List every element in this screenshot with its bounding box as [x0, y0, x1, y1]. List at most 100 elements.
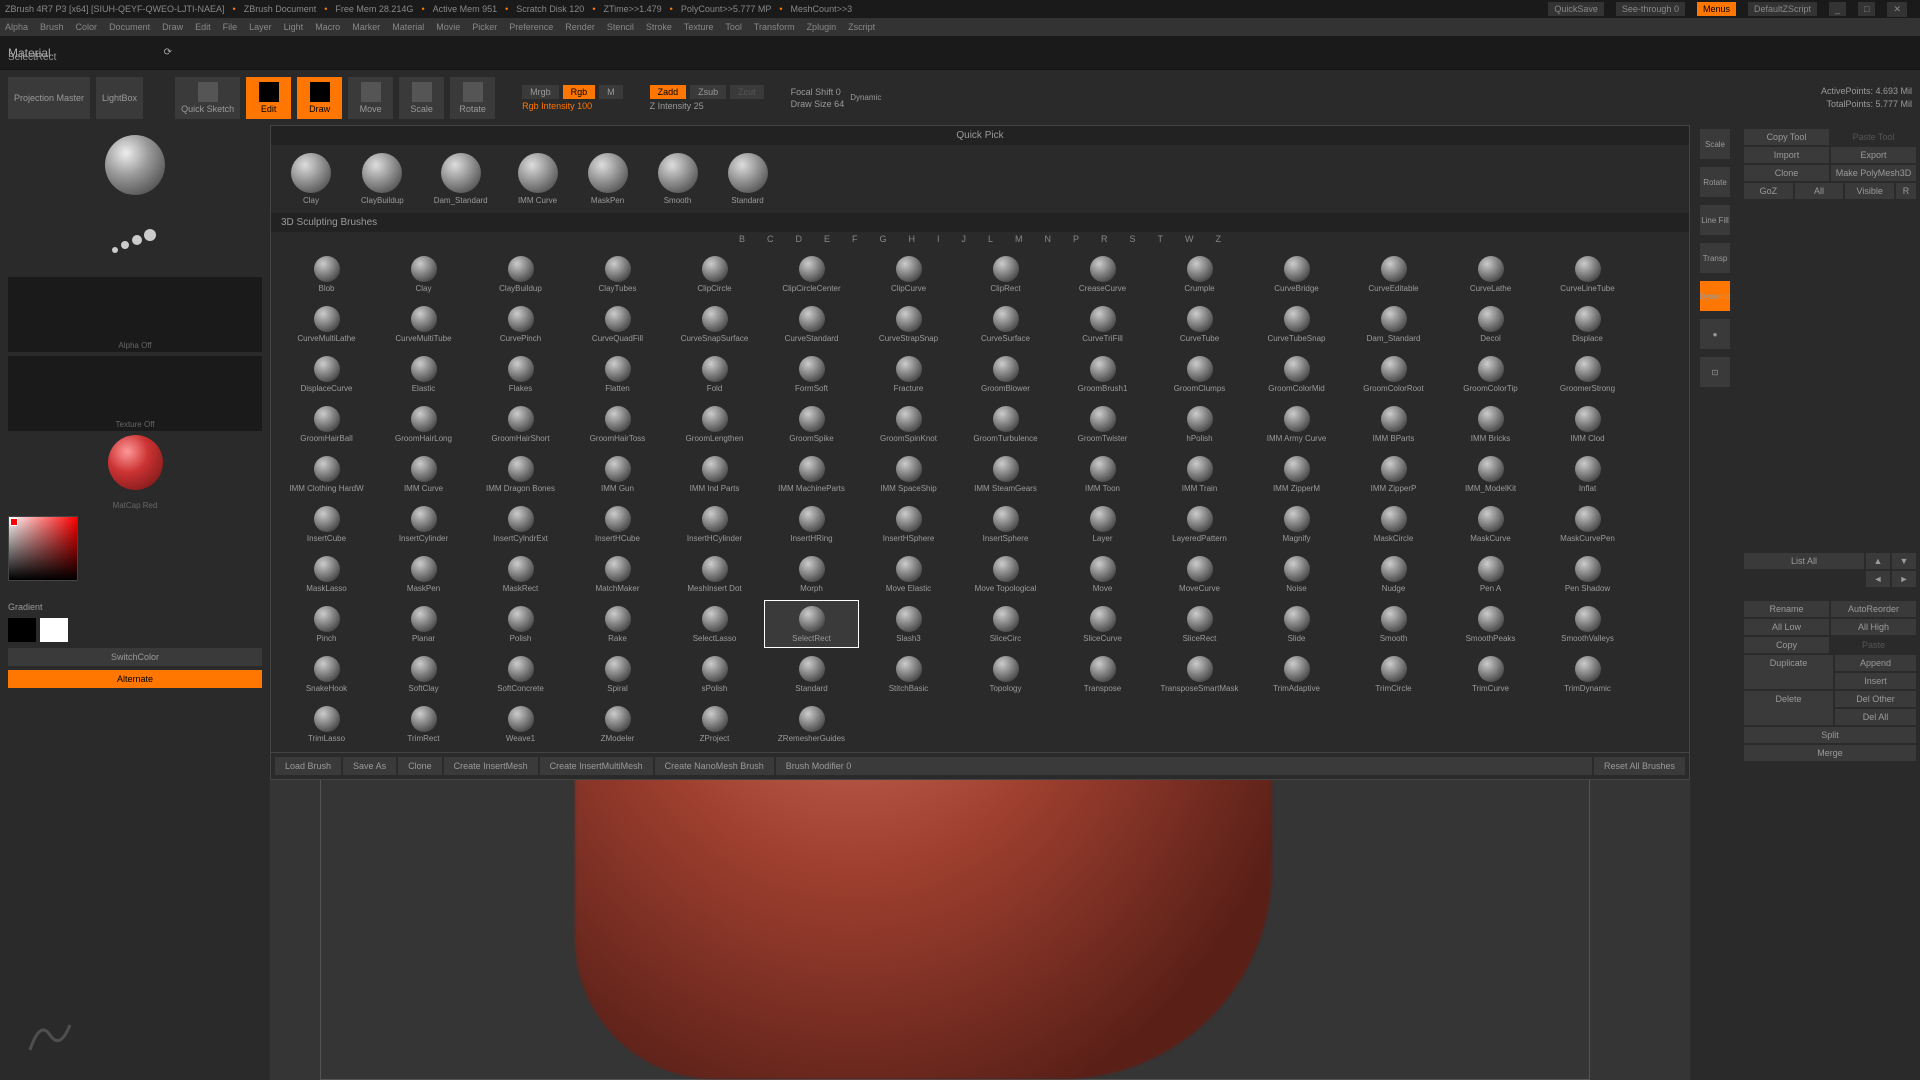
brush-slash3[interactable]: Slash3 [861, 600, 956, 648]
menu-preference[interactable]: Preference [509, 22, 553, 32]
brush-insertcube[interactable]: InsertCube [279, 500, 374, 548]
brush-smoothpeaks[interactable]: SmoothPeaks [1443, 600, 1538, 648]
arrow-left-icon[interactable]: ◄ [1866, 571, 1890, 587]
menu-stroke[interactable]: Stroke [646, 22, 672, 32]
brush-maskcurve[interactable]: MaskCurve [1443, 500, 1538, 548]
brush-inflat[interactable]: Inflat [1540, 450, 1635, 498]
brush-groomhairshort[interactable]: GroomHairShort [473, 400, 568, 448]
arrow-right-icon[interactable]: ► [1892, 571, 1916, 587]
quickpick-standard[interactable]: Standard [728, 153, 768, 205]
brush-inserthring[interactable]: InsertHRing [764, 500, 859, 548]
transp-tool-icon[interactable]: Transp [1700, 243, 1730, 273]
menu-material[interactable]: Material [392, 22, 424, 32]
brush-displace[interactable]: Displace [1540, 300, 1635, 348]
filter-letter-j[interactable]: J [962, 234, 967, 244]
brush-claytubes[interactable]: ClayTubes [570, 250, 665, 298]
clone-brush-button[interactable]: Clone [398, 757, 442, 775]
brush-imm-steamgears[interactable]: IMM SteamGears [958, 450, 1053, 498]
brush-maskcircle[interactable]: MaskCircle [1346, 500, 1441, 548]
brush-slicerect[interactable]: SliceRect [1152, 600, 1247, 648]
brush-polish[interactable]: Polish [473, 600, 568, 648]
brush-curvelathe[interactable]: CurveLathe [1443, 250, 1538, 298]
move-button[interactable]: Move [348, 77, 393, 119]
delete-button[interactable]: Delete [1744, 691, 1833, 725]
gradient-label[interactable]: Gradient [0, 600, 270, 614]
create-insertmultimesh-button[interactable]: Create InsertMultiMesh [540, 757, 653, 775]
solo-icon[interactable]: ● [1700, 319, 1730, 349]
filter-letter-n[interactable]: N [1045, 234, 1052, 244]
filter-letter-t[interactable]: T [1158, 234, 1164, 244]
brush-curvetube[interactable]: CurveTube [1152, 300, 1247, 348]
brush-maskrect[interactable]: MaskRect [473, 550, 568, 598]
menu-tool[interactable]: Tool [725, 22, 742, 32]
brush-curvelinetube[interactable]: CurveLineTube [1540, 250, 1635, 298]
brush-masklasso[interactable]: MaskLasso [279, 550, 374, 598]
arrow-up-icon[interactable]: ▲ [1866, 553, 1890, 569]
scale-button[interactable]: Scale [399, 77, 444, 119]
menu-marker[interactable]: Marker [352, 22, 380, 32]
brush-groomturbulence[interactable]: GroomTurbulence [958, 400, 1053, 448]
matcap-preview[interactable] [8, 435, 262, 510]
brush-curvesurface[interactable]: CurveSurface [958, 300, 1053, 348]
brush-dam_standard[interactable]: Dam_Standard [1346, 300, 1441, 348]
filter-letter-f[interactable]: F [852, 234, 858, 244]
brush-hpolish[interactable]: hPolish [1152, 400, 1247, 448]
brush-trimlasso[interactable]: TrimLasso [279, 700, 374, 748]
all-low-button[interactable]: All Low [1744, 619, 1829, 635]
menus-button[interactable]: Menus [1697, 2, 1736, 16]
z-intensity-slider[interactable]: Z Intensity 25 [650, 101, 704, 111]
brush-elastic[interactable]: Elastic [376, 350, 471, 398]
window-max-icon[interactable]: □ [1858, 2, 1875, 16]
brush-spiral[interactable]: Spiral [570, 650, 665, 698]
brush-inserthcube[interactable]: InsertHCube [570, 500, 665, 548]
brush-topology[interactable]: Topology [958, 650, 1053, 698]
list-all-button[interactable]: List All [1744, 553, 1864, 569]
quicksave-button[interactable]: QuickSave [1548, 2, 1604, 16]
brush-groomcolortip[interactable]: GroomColorTip [1443, 350, 1538, 398]
quickpick-claybuildup[interactable]: ClayBuildup [361, 153, 404, 205]
menu-zplugin[interactable]: Zplugin [807, 22, 837, 32]
create-insertmesh-button[interactable]: Create InsertMesh [444, 757, 538, 775]
menu-transform[interactable]: Transform [754, 22, 795, 32]
brush-maskpen[interactable]: MaskPen [376, 550, 471, 598]
all-high-button[interactable]: All High [1831, 619, 1916, 635]
filter-letter-r[interactable]: R [1101, 234, 1108, 244]
projection-master-button[interactable]: Projection Master [8, 77, 90, 119]
quickpick-dam_standard[interactable]: Dam_Standard [434, 153, 488, 205]
paste-subtool-button[interactable]: Paste [1831, 637, 1916, 653]
brush-imm-zipperp[interactable]: IMM ZipperP [1346, 450, 1441, 498]
brush-snakehook[interactable]: SnakeHook [279, 650, 374, 698]
brush-pen-shadow[interactable]: Pen Shadow [1540, 550, 1635, 598]
stroke-preview[interactable] [0, 205, 270, 275]
filter-letter-m[interactable]: M [1015, 234, 1023, 244]
brush-rake[interactable]: Rake [570, 600, 665, 648]
filter-letter-e[interactable]: E [824, 234, 830, 244]
brush-crumple[interactable]: Crumple [1152, 250, 1247, 298]
brush-groomhairlong[interactable]: GroomHairLong [376, 400, 471, 448]
brush-groomhairball[interactable]: GroomHairBall [279, 400, 374, 448]
menu-light[interactable]: Light [284, 22, 304, 32]
brush-imm-machineparts[interactable]: IMM MachineParts [764, 450, 859, 498]
brush-trimdynamic[interactable]: TrimDynamic [1540, 650, 1635, 698]
brush-spolish[interactable]: sPolish [667, 650, 762, 698]
brush-planar[interactable]: Planar [376, 600, 471, 648]
brush-curvestandard[interactable]: CurveStandard [764, 300, 859, 348]
brush-insertcylndrext[interactable]: InsertCylndrExt [473, 500, 568, 548]
menu-draw[interactable]: Draw [162, 22, 183, 32]
goz-visible-button[interactable]: Visible [1845, 183, 1894, 199]
filter-letter-l[interactable]: L [988, 234, 993, 244]
copy-subtool-button[interactable]: Copy [1744, 637, 1829, 653]
rotate-button[interactable]: Rotate [450, 77, 495, 119]
menu-document[interactable]: Document [109, 22, 150, 32]
edit-button[interactable]: Edit [246, 77, 291, 119]
menu-edit[interactable]: Edit [195, 22, 211, 32]
brush-curvequadfill[interactable]: CurveQuadFill [570, 300, 665, 348]
brush-inserthsphere[interactable]: InsertHSphere [861, 500, 956, 548]
brush-cliprect[interactable]: ClipRect [958, 250, 1053, 298]
frame-icon[interactable]: ⊡ [1700, 357, 1730, 387]
brush-matchmaker[interactable]: MatchMaker [570, 550, 665, 598]
quicksketch-button[interactable]: Quick Sketch [175, 77, 240, 119]
zadd-button[interactable]: Zadd [650, 85, 687, 99]
save-as-button[interactable]: Save As [343, 757, 396, 775]
brush-curvetrifill[interactable]: CurveTriFill [1055, 300, 1150, 348]
